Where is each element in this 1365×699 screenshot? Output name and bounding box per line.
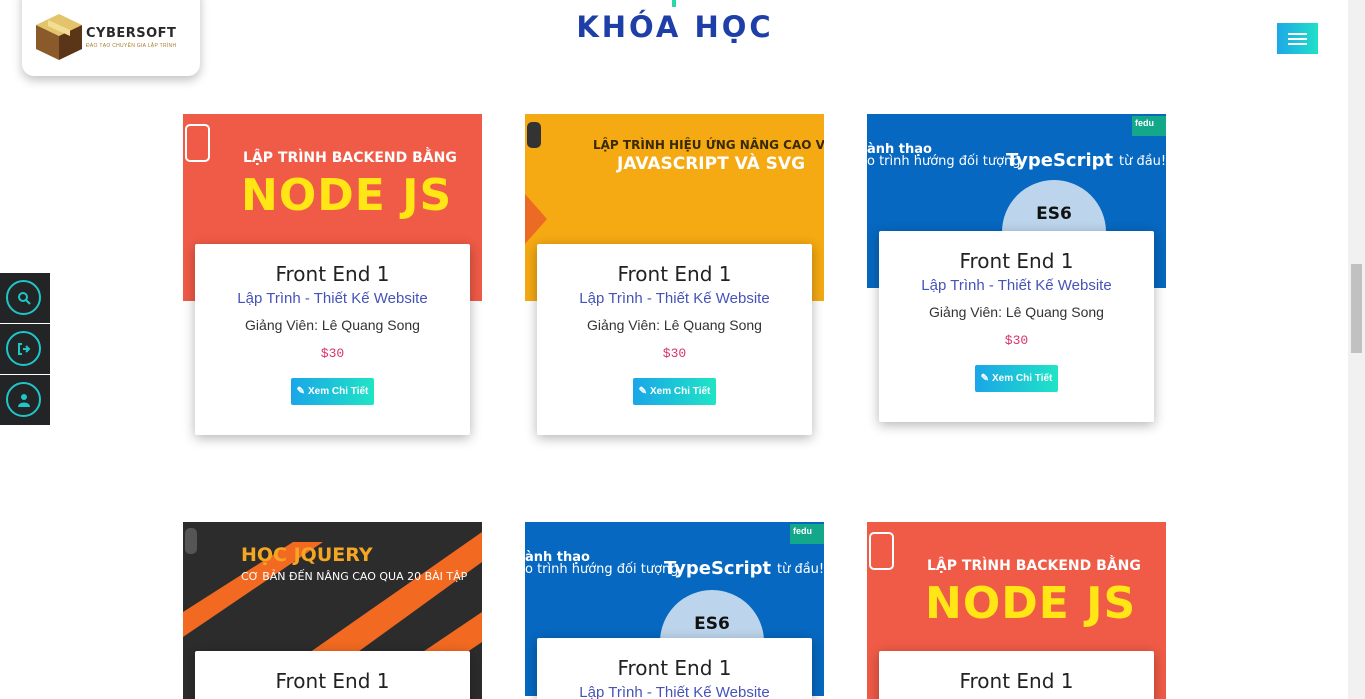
view-detail-button[interactable]: ✎ Xem Chi Tiết: [974, 365, 1059, 392]
course-price: $30: [1004, 333, 1029, 348]
hamburger-icon: [1288, 43, 1307, 45]
banner-tail: từ đầu!: [1119, 154, 1166, 169]
section-title: KHÓA HỌC: [576, 10, 774, 44]
course-title: Front End 1: [617, 262, 732, 286]
course-category[interactable]: Lập Trình - Thiết Kế Website: [537, 290, 812, 307]
search-icon: [17, 291, 31, 305]
pencil-icon: ✎: [980, 373, 989, 384]
view-detail-label: Xem Chi Tiết: [992, 373, 1053, 384]
page: CYBERSOFT ĐÀO TẠO CHUYÊN GIA LẬP TRÌNH K…: [0, 0, 1365, 699]
course-title: Front End 1: [617, 656, 732, 680]
course-info: Front End 1 Lập Trình - Thiết Kế Website…: [879, 231, 1154, 422]
view-detail-label: Xem Chi Tiết: [308, 386, 369, 397]
banner-headline: TypeScript: [1006, 150, 1114, 171]
banner-tail: từ đầu!: [777, 562, 824, 577]
course-info: Front End 1 Lập Trình - Thiết Kế Website…: [195, 244, 470, 435]
user-ring: [6, 382, 41, 417]
banner-subtitle: LẬP TRÌNH BACKEND BẰNG: [927, 558, 1141, 574]
user-icon: [17, 393, 30, 407]
pencil-icon: ✎: [638, 386, 647, 397]
course-title: Front End 1: [959, 249, 1074, 273]
sign-out-icon: [17, 342, 30, 355]
banner-headline: TypeScript: [664, 558, 772, 579]
hamburger-icon: [1288, 38, 1307, 40]
es6-label: ES6: [1036, 204, 1072, 224]
course-info: Front End 1 Lập Trình - Thiết Kế Website: [537, 638, 812, 699]
course-category[interactable]: Lập Trình - Thiết Kế Website: [879, 277, 1154, 294]
banner-subtitle: LẬP TRÌNH HIỆU ỨNG NÂNG CAO VỚI: [593, 138, 824, 152]
course-info: Front End 1 Lập Trình - Thiết Kế Website…: [537, 244, 812, 435]
banner-line2: o trình hướng đối tượng: [867, 154, 1021, 169]
banner-headline: HỌC JQUERY: [241, 544, 373, 566]
menu-button[interactable]: [1277, 23, 1318, 54]
fedu-badge-icon: [527, 122, 541, 148]
course-title: Front End 1: [275, 262, 390, 286]
search-ring: [6, 280, 41, 315]
course-category[interactable]: Lập Trình - Thiết Kế Website: [537, 684, 812, 699]
fedu-badge-icon: [185, 124, 210, 162]
triangle-decoration-icon: [525, 194, 547, 244]
user-button[interactable]: [0, 375, 50, 425]
fedu-tag: fedu: [790, 524, 824, 544]
sign-out-ring: [6, 331, 41, 366]
es6-label: ES6: [694, 614, 730, 634]
fedu-tag: fedu: [1132, 116, 1166, 136]
course-teacher: Giảng Viên: Lê Quang Song: [245, 317, 420, 333]
view-detail-label: Xem Chi Tiết: [650, 386, 711, 397]
view-detail-button[interactable]: ✎ Xem Chi Tiết: [632, 378, 717, 405]
search-button[interactable]: [0, 273, 50, 323]
course-info: Front End 1: [879, 651, 1154, 699]
course-category[interactable]: Lập Trình - Thiết Kế Website: [195, 290, 470, 307]
banner-headline: NODE JS: [241, 170, 453, 221]
course-title: Front End 1: [275, 669, 390, 693]
banner-line2: o trình hướng đối tượng: [525, 562, 679, 577]
sign-out-button[interactable]: [0, 324, 50, 374]
hamburger-icon: [1288, 33, 1307, 35]
banner-subtitle: LẬP TRÌNH BACKEND BẰNG: [243, 150, 457, 166]
course-title: Front End 1: [959, 669, 1074, 693]
banner-headline: JAVASCRIPT VÀ SVG: [617, 154, 806, 174]
course-price: $30: [320, 346, 345, 361]
banner-headline: NODE JS: [925, 578, 1137, 629]
pencil-icon: ✎: [296, 386, 305, 397]
course-teacher: Giảng Viên: Lê Quang Song: [929, 304, 1104, 320]
scrollbar-thumb[interactable]: [1351, 264, 1362, 353]
banner-subtitle: CƠ BẢN ĐẾN NÂNG CAO QUA 20 BÀI TẬP: [241, 570, 468, 583]
course-price: $30: [662, 346, 687, 361]
course-teacher: Giảng Viên: Lê Quang Song: [587, 317, 762, 333]
title-accent-bar: [672, 0, 676, 7]
view-detail-button[interactable]: ✎ Xem Chi Tiết: [290, 378, 375, 405]
fedu-badge-icon: [869, 532, 894, 570]
course-info: Front End 1: [195, 651, 470, 699]
